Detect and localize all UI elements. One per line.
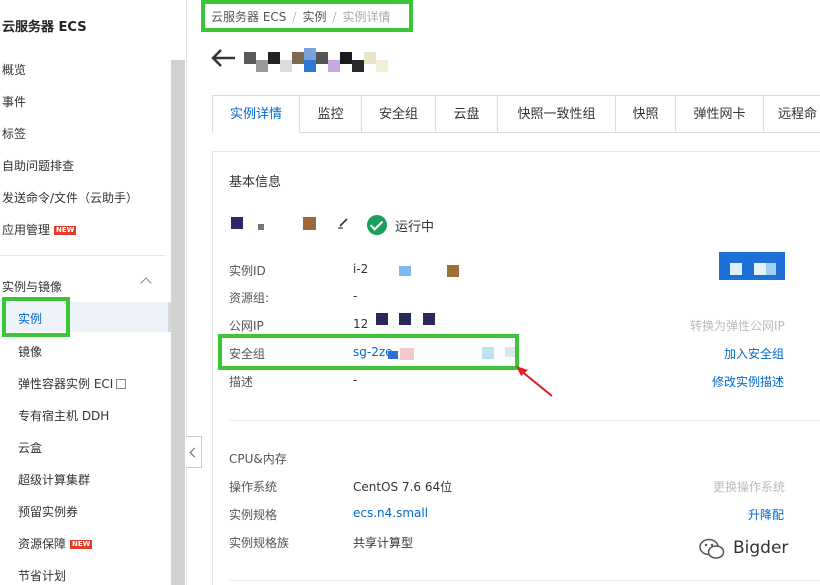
- tab-disks[interactable]: 云盘: [436, 95, 498, 133]
- back-arrow-icon[interactable]: [210, 48, 236, 68]
- collapse-sidebar-button[interactable]: [186, 436, 202, 468]
- sidebar-item-overview[interactable]: 概览: [2, 61, 26, 78]
- watermark-text: Bigder: [733, 538, 789, 558]
- section-title-basic: 基本信息: [229, 175, 282, 190]
- highlight-box-instances: [2, 297, 70, 337]
- highlight-box-security-group: [218, 334, 519, 370]
- sidebar-item-label: 弹性容器实例 ECI: [18, 377, 114, 391]
- label-instance-family: 实例规格族: [229, 536, 290, 550]
- tab-eni[interactable]: 弹性网卡: [676, 95, 764, 133]
- join-security-group-link[interactable]: 加入安全组: [724, 345, 784, 362]
- sidebar-item-images[interactable]: 镜像: [18, 343, 42, 360]
- convert-eip-link[interactable]: 转换为弹性公网IP: [690, 317, 785, 334]
- value-instance-family: 共享计算型: [353, 536, 414, 550]
- label-instance-type: 实例规格: [229, 508, 278, 522]
- divider: [186, 0, 187, 585]
- sidebar-item-cloudbox[interactable]: 云盒: [18, 439, 42, 456]
- sidebar-item-scc[interactable]: 超级计算集群: [18, 471, 90, 488]
- edit-description-link[interactable]: 修改实例描述: [712, 373, 784, 390]
- value-resource-group: -: [353, 289, 358, 303]
- sidebar-item-resource-assurance[interactable]: 资源保障 NEW: [18, 535, 93, 552]
- sidebar-item-label: 应用管理: [2, 223, 51, 237]
- value-os: CentOS 7.6 64位: [353, 480, 453, 494]
- sidebar-scrollbar-thumb[interactable]: [171, 60, 185, 585]
- sidebar-title: 云服务器 ECS: [2, 20, 87, 35]
- change-os-link[interactable]: 更换操作系统: [713, 478, 785, 495]
- red-pointer-arrow-icon: [516, 366, 553, 397]
- tab-security-groups[interactable]: 安全组: [362, 95, 436, 133]
- label-description: 描述: [229, 375, 254, 389]
- label-cpu-memory: CPU&内存: [229, 452, 287, 466]
- tab-monitoring[interactable]: 监控: [300, 95, 362, 133]
- running-status-icon: [367, 215, 387, 235]
- label-resource-group: 资源组:: [229, 291, 270, 305]
- section-divider: [229, 580, 820, 581]
- sidebar-item-reserved[interactable]: 预留实例券: [18, 503, 78, 520]
- value-instance-id: i-2: [353, 262, 369, 276]
- new-badge: NEW: [54, 226, 77, 235]
- sidebar-item-troubleshoot[interactable]: 自助问题排查: [2, 157, 74, 174]
- instance-type-link[interactable]: ecs.n4.small: [353, 506, 428, 520]
- label-os: 操作系统: [229, 480, 278, 494]
- value-description: -: [353, 373, 358, 387]
- instance-status: 运行中: [395, 220, 435, 235]
- sidebar-divider: [0, 255, 165, 256]
- label-instance-id: 实例ID: [229, 264, 266, 278]
- tab-snapshot-consistency[interactable]: 快照一致性组: [498, 95, 616, 133]
- sidebar-group-instances-images[interactable]: 实例与镜像: [2, 278, 62, 295]
- sidebar-item-label: 资源保障: [18, 537, 67, 551]
- sidebar-item-tags[interactable]: 标签: [2, 125, 26, 142]
- sidebar-item-app-mgmt[interactable]: 应用管理 NEW: [2, 221, 77, 238]
- value-public-ip: 12: [353, 317, 369, 331]
- new-badge: NEW: [70, 540, 93, 549]
- tab-snapshots[interactable]: 快照: [616, 95, 676, 133]
- tab-bar: 实例详情 监控 安全组 云盘 快照一致性组 快照 弹性网卡 远程命: [212, 95, 820, 133]
- tab-instance-details[interactable]: 实例详情: [212, 95, 300, 133]
- edit-icon[interactable]: [337, 217, 349, 229]
- tab-remote-command[interactable]: 远程命: [764, 95, 820, 133]
- sidebar-item-events[interactable]: 事件: [2, 93, 26, 110]
- section-divider: [229, 420, 820, 421]
- label-public-ip: 公网IP: [229, 319, 264, 333]
- external-link-icon: [116, 379, 127, 389]
- upgrade-downgrade-link[interactable]: 升降配: [748, 506, 784, 523]
- wechat-icon: [699, 538, 725, 559]
- sidebar-item-eci[interactable]: 弹性容器实例 ECI: [18, 375, 127, 392]
- sidebar-item-savings-plan[interactable]: 节省计划: [18, 567, 66, 584]
- sidebar-item-ddh[interactable]: 专有宿主机 DDH: [18, 407, 109, 424]
- sidebar-item-send-command[interactable]: 发送命令/文件（云助手）: [2, 189, 138, 206]
- highlight-box-breadcrumb: [201, 0, 413, 32]
